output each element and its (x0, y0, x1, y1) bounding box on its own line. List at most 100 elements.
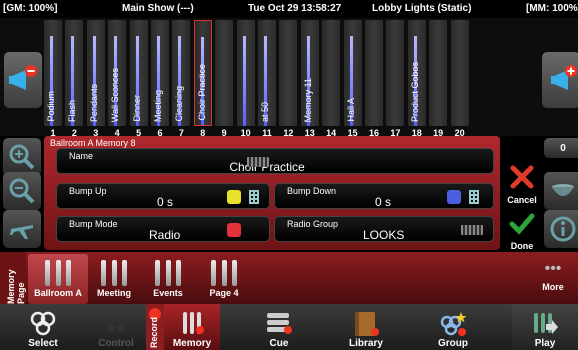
counter-display: 0 (544, 138, 578, 158)
fader-17[interactable] (386, 20, 405, 126)
fader-label: Cleaning (174, 86, 185, 122)
bump-down-grid-icon (469, 190, 479, 204)
counter-value: 0 (560, 142, 566, 154)
fader-label: Dinner (131, 95, 142, 122)
fader-5[interactable]: Dinner (129, 20, 148, 126)
group-circles-icon (440, 312, 467, 336)
memory-page-item[interactable]: Events (138, 254, 198, 304)
active-scene: Lobby Lights (Static) (372, 3, 472, 14)
memory-editor-panel: Ballroom A Memory 8 Name Choir Practice … (44, 136, 500, 250)
zoom-in-icon (9, 144, 35, 170)
nav-library[interactable]: Library (338, 304, 394, 350)
airplane-mode-button[interactable] (3, 210, 41, 248)
memory-page-title-strip: Memory Page (0, 252, 26, 304)
name-field[interactable]: Name Choir Practice (56, 148, 494, 174)
memory-page-item[interactable]: Page 4 (194, 254, 254, 304)
fader-label: Memory 11 (302, 77, 313, 122)
cancel-button[interactable]: Cancel (503, 164, 541, 208)
faders-icon (211, 260, 237, 286)
radio-group-value: LOOKS (363, 228, 405, 242)
fader-15[interactable]: Hall A (343, 20, 362, 126)
bump-up-field[interactable]: Bump Up 0 s (56, 183, 270, 209)
bump-down-flash-icon (447, 190, 461, 204)
fader-label: Flash (67, 99, 78, 122)
date-time: Tue Oct 29 13:58:27 (248, 3, 342, 14)
fader-1[interactable]: Podium (44, 20, 62, 126)
memory-page-item-label: Ballroom A (34, 288, 82, 298)
fader-label: Hall A (345, 98, 356, 122)
fader-label: Product Gobos (409, 61, 420, 122)
spotlight-plus-icon (551, 65, 577, 90)
fader-16[interactable] (365, 20, 383, 126)
keyboard-icon (247, 157, 269, 167)
play-faders-icon (534, 313, 558, 334)
bump-mode-value: Radio (149, 228, 181, 242)
bowl-icon (552, 184, 574, 196)
memory-page-item-label: Meeting (96, 288, 131, 298)
info-icon (550, 216, 576, 242)
memory-page-item[interactable]: Ballroom A (28, 254, 88, 304)
done-label: Done (510, 241, 534, 251)
done-check-icon (509, 213, 535, 235)
fader-7[interactable]: Cleaning (172, 20, 191, 126)
show-name: Main Show (---) (122, 3, 194, 14)
bump-up-flash-icon (227, 190, 241, 204)
memory-page-title: Memory Page (6, 269, 26, 304)
nav-group[interactable]: Group (394, 304, 512, 350)
faders-icon (101, 260, 127, 286)
zoom-out-button[interactable] (3, 172, 41, 210)
bump-down-field[interactable]: Bump Down 0 s (274, 183, 494, 209)
spotlight-minus-icon (9, 65, 37, 90)
info-button[interactable] (544, 210, 578, 248)
faders-icon (45, 260, 71, 286)
radio-group-field[interactable]: Radio Group LOOKS (274, 216, 494, 242)
nav-play[interactable]: Play (512, 304, 578, 350)
control-dots-icon (107, 314, 125, 332)
fader-2[interactable]: Flash (65, 20, 84, 126)
nav-control[interactable]: Control (86, 304, 146, 350)
done-button[interactable]: Done (503, 212, 541, 252)
spotlight-off-button[interactable] (4, 52, 42, 108)
fader-20[interactable] (450, 20, 469, 126)
cancel-x-icon (510, 165, 534, 189)
fader-14[interactable] (322, 20, 341, 126)
nav-library-label: Library (349, 338, 383, 349)
fader-11[interactable]: at 50 (258, 20, 276, 126)
cue-stack-icon (267, 313, 292, 334)
fader-19[interactable] (429, 20, 448, 126)
nav-cue-label: Cue (269, 338, 289, 349)
fader-8[interactable]: Choir Practice (193, 20, 212, 126)
nav-control-label: Control (98, 338, 134, 349)
fader-label: Pendants (88, 83, 99, 122)
fader-18[interactable]: Product Gobos (407, 20, 426, 126)
more-button[interactable]: ••• More (530, 260, 576, 292)
fader-6[interactable]: Meeting (151, 20, 169, 126)
select-rings-icon (30, 311, 56, 336)
library-book-icon (355, 312, 379, 336)
fader-label: Meeting (153, 89, 163, 122)
fader-4[interactable]: Wall Sconces (108, 20, 127, 126)
nav-cue[interactable]: Cue (220, 304, 338, 350)
nav-memory[interactable]: Memory (164, 304, 220, 350)
fader-label: at 50 (260, 101, 270, 122)
fader-3[interactable]: Pendants (86, 20, 105, 126)
fader-10[interactable] (236, 20, 255, 126)
memory-page-item[interactable]: Meeting (84, 254, 144, 304)
bump-down-value: 0 s (375, 195, 392, 209)
nav-select[interactable]: Select (0, 304, 86, 350)
fader-13[interactable]: Memory 11 (300, 20, 319, 126)
airplane-icon (10, 225, 33, 239)
bump-mode-field[interactable]: Bump Mode Radio (56, 216, 270, 242)
nav-memory-label: Memory (172, 338, 212, 349)
fader-label: Choir Practice (196, 64, 207, 121)
zoom-in-button[interactable] (3, 138, 41, 176)
fader-12[interactable] (279, 20, 298, 126)
bump-up-value: 0 s (157, 195, 174, 209)
fader-label: Wall Sconces (110, 67, 121, 122)
nav-play-label: Play (534, 338, 556, 349)
bowl-button[interactable] (544, 172, 578, 210)
editor-title: Ballroom A Memory 8 (50, 138, 136, 148)
fader-9[interactable] (215, 20, 234, 126)
nav-record[interactable]: Record (146, 304, 164, 350)
spotlight-on-button[interactable] (542, 52, 578, 108)
